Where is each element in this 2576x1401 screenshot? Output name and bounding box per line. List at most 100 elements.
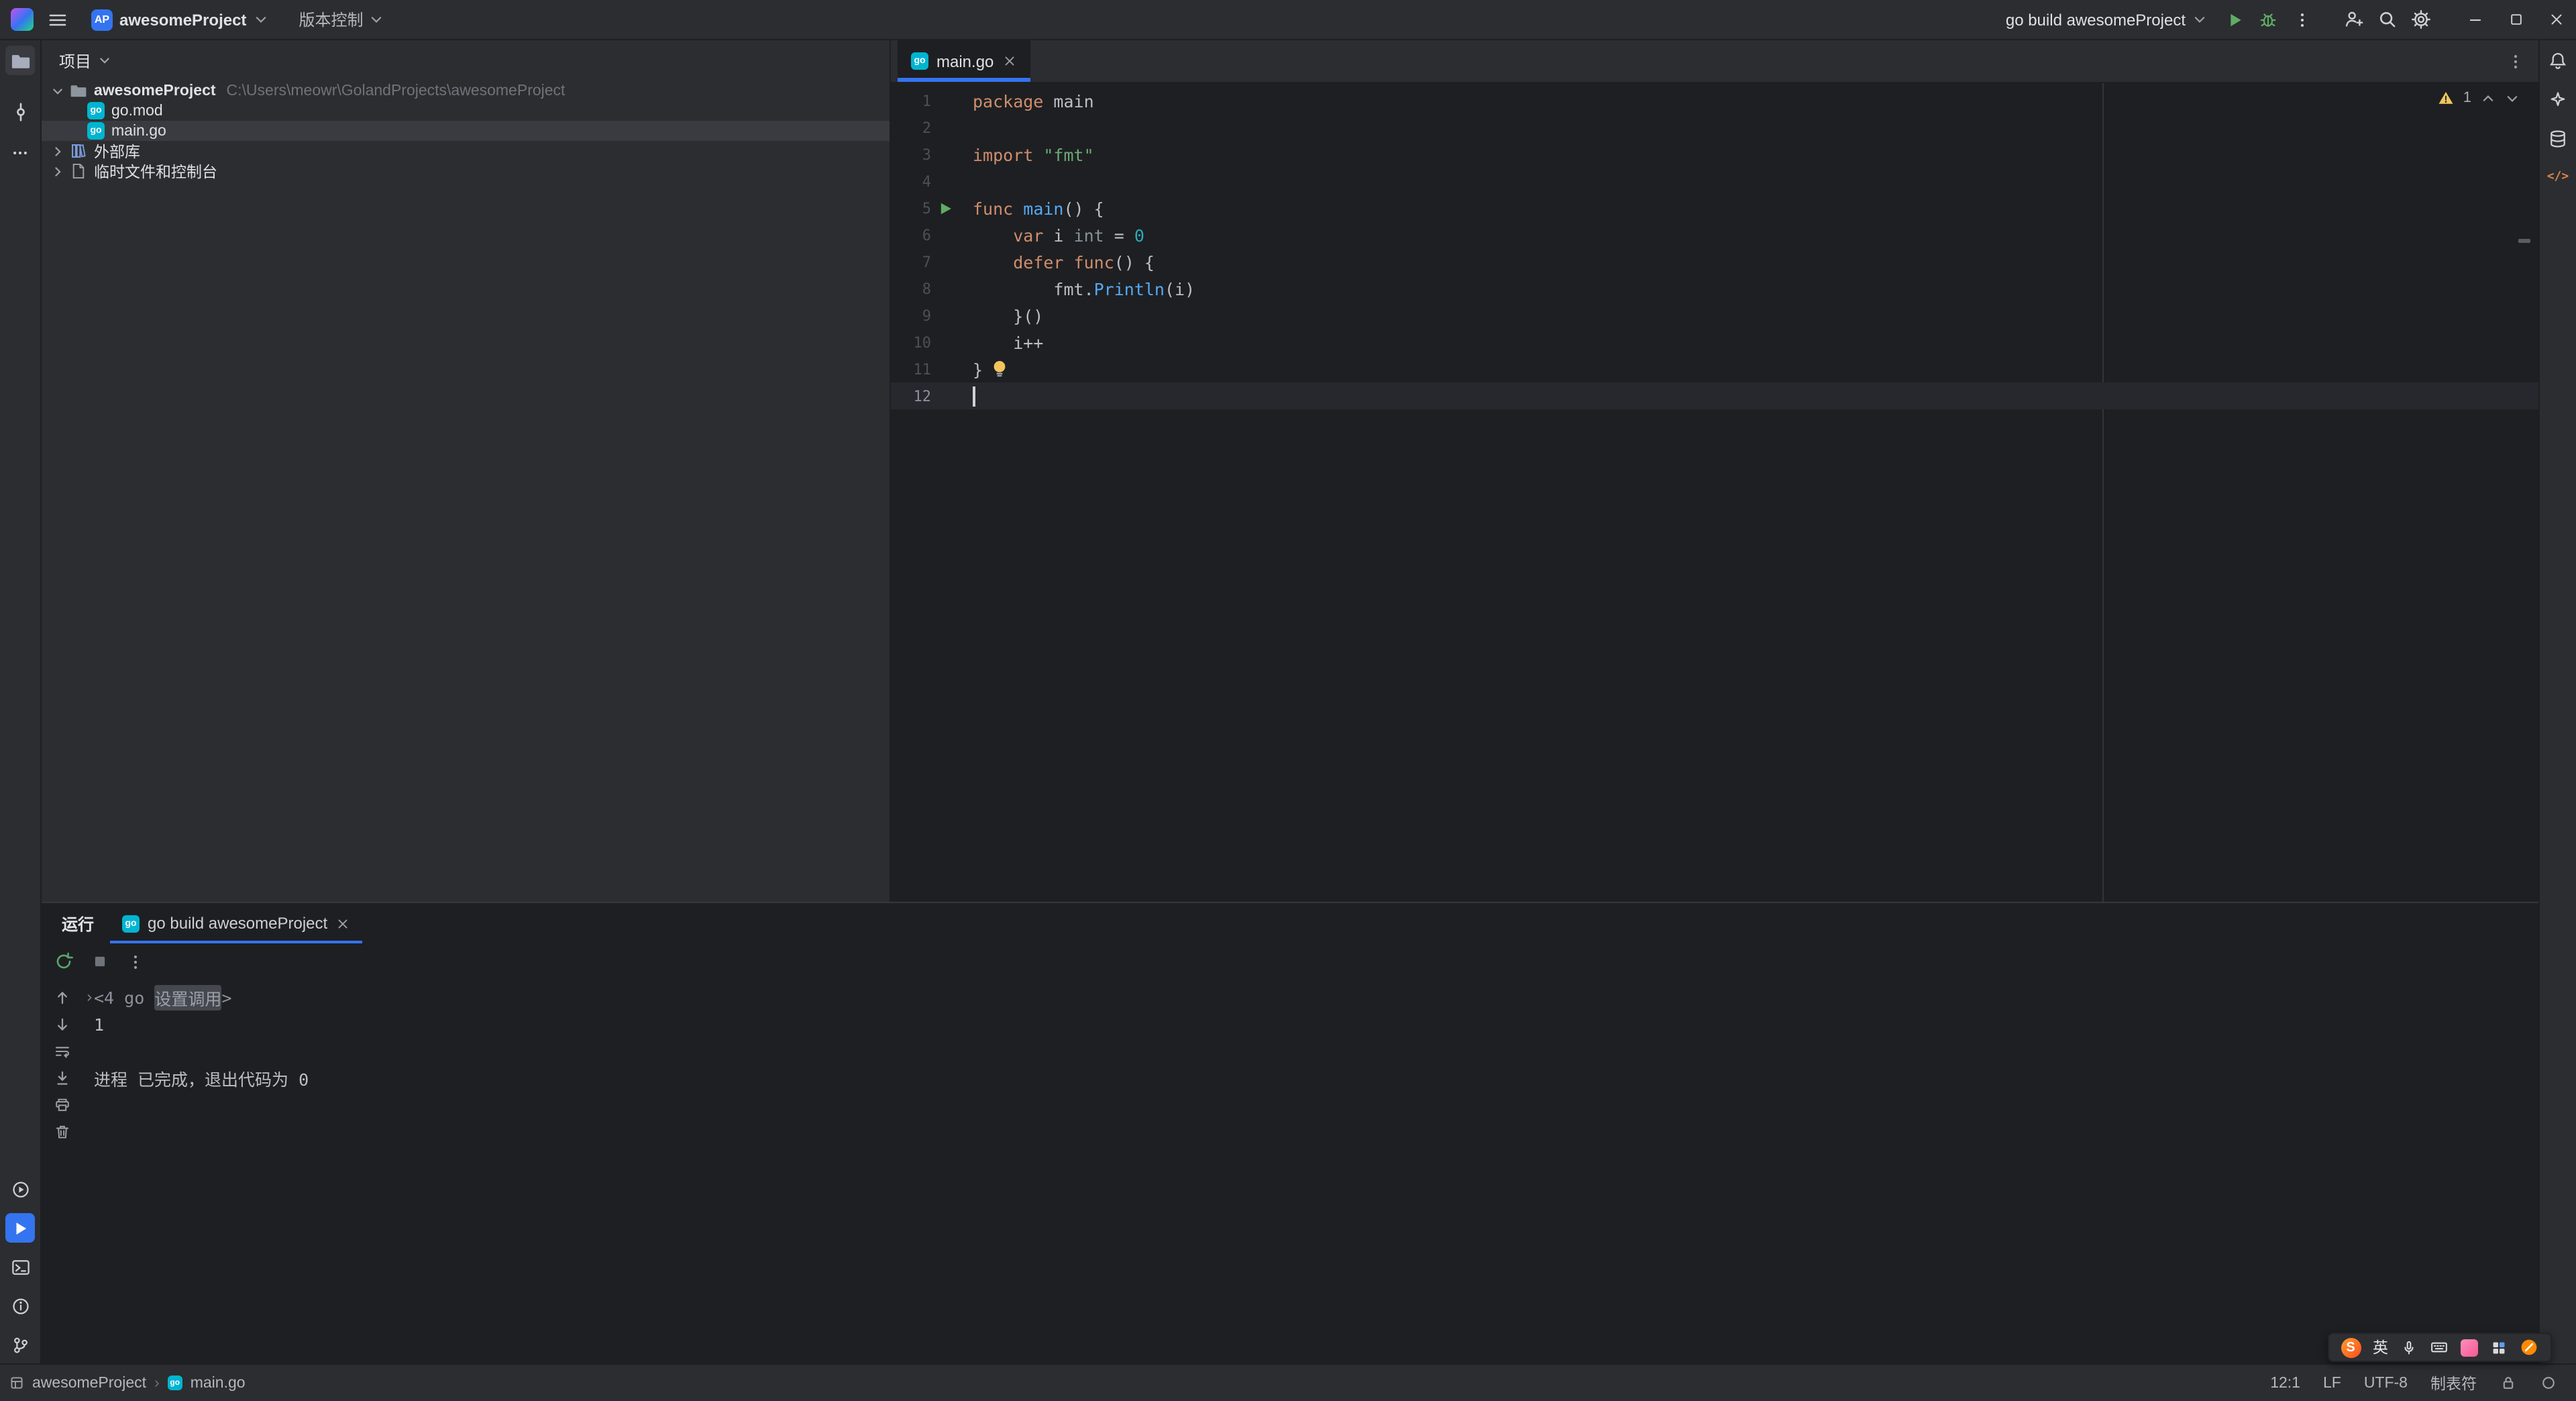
- tree-row-maingo[interactable]: go main.go: [42, 121, 890, 141]
- rerun-button[interactable]: [48, 947, 78, 976]
- mic-icon[interactable]: [2400, 1339, 2418, 1356]
- ai-assistant-button[interactable]: [2544, 86, 2571, 113]
- sogou-logo[interactable]: S: [2341, 1337, 2361, 1357]
- code-line[interactable]: 11 }: [891, 356, 2538, 382]
- tab-close-icon[interactable]: [1002, 54, 1016, 68]
- run-gutter-icon[interactable]: [937, 201, 952, 215]
- more-tool-windows-button[interactable]: [5, 138, 35, 168]
- console-output[interactable]: › <4 go 设置调用 > 1 进程 已完成，退出代码为 0: [83, 980, 2538, 1363]
- code-token: var: [1013, 225, 1044, 245]
- highlight-level-icon[interactable]: [2540, 1374, 2557, 1392]
- indent-widget[interactable]: 制表符: [2430, 1372, 2477, 1394]
- print-button[interactable]: [49, 1094, 76, 1115]
- terminal-icon: [11, 1259, 29, 1274]
- tree-row-gomod[interactable]: go go.mod: [42, 101, 890, 121]
- code-line[interactable]: 10 i++: [891, 329, 2538, 356]
- run-tool-button[interactable]: [5, 1213, 35, 1243]
- code-token: func: [1073, 252, 1114, 272]
- main-menu-button[interactable]: [42, 3, 74, 36]
- run-configuration-selector[interactable]: go build awesomeProject: [1996, 10, 2216, 29]
- minimize-button[interactable]: [2455, 0, 2496, 40]
- run-button[interactable]: [2219, 4, 2250, 35]
- tree-row-project-root[interactable]: awesomeProject C:\Users\meowr\GolandProj…: [42, 81, 890, 101]
- line-number: 3: [922, 146, 931, 163]
- search-everywhere-button[interactable]: [2372, 4, 2403, 35]
- commit-tool-button[interactable]: [5, 97, 35, 126]
- fold-arrow-icon[interactable]: ›: [85, 988, 94, 1006]
- endpoints-button[interactable]: </>: [2544, 164, 2571, 191]
- clear-console-button[interactable]: [49, 1121, 76, 1142]
- console-line[interactable]: 进程 已完成，退出代码为 0: [83, 1064, 2538, 1091]
- console-line[interactable]: › <4 go 设置调用 >: [83, 984, 2538, 1010]
- git-tool-button[interactable]: [5, 1330, 35, 1359]
- code-line[interactable]: 4: [891, 168, 2538, 195]
- tree-row-external-libraries[interactable]: 外部库: [42, 141, 890, 161]
- wrench-icon[interactable]: [2520, 1338, 2538, 1357]
- code-line[interactable]: 6 var i int = 0: [891, 221, 2538, 248]
- database-button[interactable]: [2544, 125, 2571, 152]
- line-separator-widget[interactable]: LF: [2323, 1375, 2341, 1391]
- vcs-widget[interactable]: 版本控制: [293, 5, 388, 34]
- code-line[interactable]: 8 fmt. Println (i): [891, 275, 2538, 302]
- prev-problem-chevron-icon[interactable]: [2481, 91, 2496, 105]
- line-text: }(): [973, 305, 1043, 325]
- up-stack-trace-button[interactable]: [49, 986, 76, 1008]
- code-token: func: [973, 198, 1014, 218]
- tab-close-icon[interactable]: [335, 916, 350, 931]
- toolbox-grid-icon[interactable]: [2490, 1339, 2508, 1356]
- inspections-widget[interactable]: 1: [2438, 90, 2520, 106]
- workspace: 项目 awesomeProject C:\Users\meowr\GolandP…: [42, 40, 2538, 1363]
- debug-button[interactable]: [2253, 4, 2284, 35]
- ime-mode-label[interactable]: 英: [2373, 1337, 2388, 1358]
- tree-row-scratches[interactable]: 临时文件和控制台: [42, 161, 890, 181]
- maximize-button[interactable]: [2496, 0, 2536, 40]
- project-tool-button[interactable]: [5, 46, 35, 75]
- close-button[interactable]: [2536, 0, 2576, 40]
- problems-tool-button[interactable]: [5, 1291, 35, 1320]
- keyboard-icon[interactable]: [2430, 1338, 2449, 1357]
- caret-position-widget[interactable]: 12:1: [2270, 1375, 2300, 1391]
- settings-button[interactable]: [2406, 4, 2436, 35]
- notifications-button[interactable]: [2544, 47, 2571, 74]
- code-line[interactable]: 3 import "fmt": [891, 141, 2538, 168]
- encoding-widget[interactable]: UTF-8: [2364, 1375, 2408, 1391]
- code-line[interactable]: 9 }(): [891, 302, 2538, 329]
- services-tool-button[interactable]: [5, 1174, 35, 1204]
- more-actions-button[interactable]: [2286, 4, 2317, 35]
- code-line[interactable]: 7 defer func() {: [891, 248, 2538, 275]
- tab-options-kebab-icon[interactable]: [2506, 52, 2525, 70]
- search-icon: [2379, 11, 2396, 28]
- scroll-to-end-button[interactable]: [49, 1067, 76, 1088]
- line-text: [973, 386, 975, 406]
- skin-icon[interactable]: [2461, 1339, 2478, 1356]
- code-editor[interactable]: 1 package main 2 3 import "fmt" 4 5 func…: [891, 83, 2538, 902]
- line-text: fmt. Println (i): [973, 278, 1195, 299]
- code-line[interactable]: 5 func main() {: [891, 195, 2538, 221]
- down-stack-trace-button[interactable]: [49, 1013, 76, 1035]
- breadcrumb-module[interactable]: awesomeProject: [32, 1375, 146, 1391]
- kebab-icon: [2300, 13, 2304, 26]
- code-with-me-button[interactable]: [2339, 4, 2369, 35]
- code-line[interactable]: 12: [891, 382, 2538, 409]
- left-tool-strip: [0, 40, 42, 1363]
- console-line[interactable]: [83, 1037, 2538, 1064]
- project-panel-header[interactable]: 项目: [42, 40, 890, 81]
- next-problem-chevron-icon[interactable]: [2505, 91, 2520, 105]
- run-tab-go-build[interactable]: go go build awesomeProject: [110, 903, 363, 943]
- intention-bulb-icon[interactable]: [991, 360, 1007, 378]
- go-run-config-icon: go: [122, 915, 140, 932]
- soft-wrap-button[interactable]: [49, 1040, 76, 1061]
- scrollbar-warning-mark[interactable]: [2518, 239, 2530, 243]
- code-line[interactable]: 2: [891, 114, 2538, 141]
- stop-button[interactable]: [85, 947, 114, 976]
- breadcrumb-file[interactable]: main.go: [191, 1375, 246, 1391]
- code-line[interactable]: 1 package main: [891, 87, 2538, 114]
- project-widget[interactable]: AP awesomeProject: [85, 6, 274, 33]
- console-line[interactable]: 1: [83, 1010, 2538, 1037]
- line-number: 6: [922, 226, 931, 244]
- terminal-tool-button[interactable]: [5, 1252, 35, 1282]
- run-panel-title[interactable]: 运行: [42, 903, 110, 943]
- lock-icon[interactable]: [2500, 1374, 2517, 1392]
- editor-tab-maingo[interactable]: go main.go: [898, 40, 1030, 82]
- run-more-options-button[interactable]: [121, 947, 150, 976]
